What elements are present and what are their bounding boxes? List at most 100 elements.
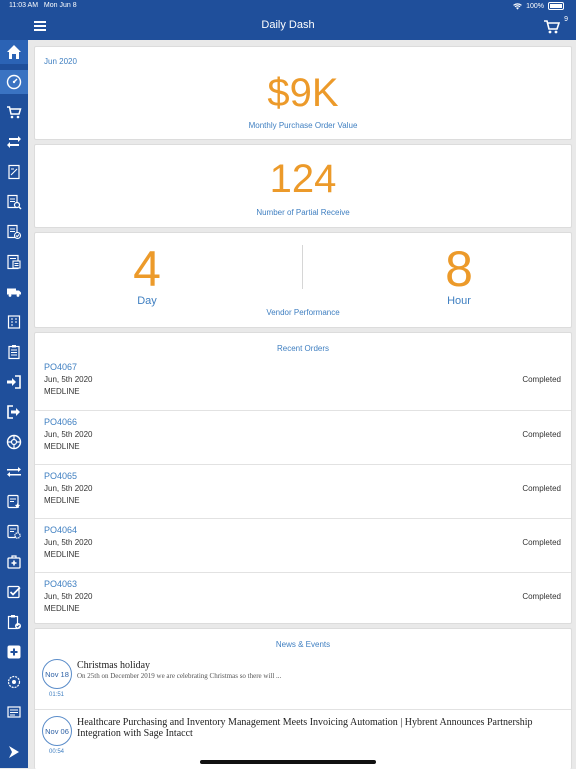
- order-id[interactable]: PO4065: [44, 471, 77, 481]
- status-right: 100%: [513, 2, 564, 10]
- vendor-performance-card[interactable]: 4 Day 8 Hour Vendor Performance: [34, 232, 572, 328]
- order-status: Completed: [522, 484, 561, 493]
- order-row[interactable]: PO4067 Jun, 5th 2020 MEDLINE Completed: [35, 356, 571, 410]
- perf-day: 4 Day: [47, 243, 247, 307]
- order-row[interactable]: PO4065 Jun, 5th 2020 MEDLINE Completed: [35, 464, 571, 519]
- order-date: Jun, 5th 2020: [44, 430, 93, 439]
- period-label: Jun 2020: [44, 57, 77, 66]
- settings-network-icon: [7, 675, 21, 689]
- sidebar-checkbox[interactable]: [0, 580, 28, 604]
- document-list-icon: [7, 254, 21, 270]
- perf-day-value: 4: [133, 241, 161, 297]
- sidebar-checklist-star[interactable]: [0, 490, 28, 514]
- sidebar-add[interactable]: [0, 640, 28, 664]
- order-id[interactable]: PO4067: [44, 362, 77, 372]
- partial-receive-count: 124: [269, 157, 337, 201]
- home-icon: [7, 45, 21, 59]
- sidebar-document-check[interactable]: [0, 220, 28, 244]
- order-id[interactable]: PO4064: [44, 525, 77, 535]
- cart-button[interactable]: 9: [544, 16, 568, 35]
- news-events-card: News & Events Nov 18 01:51 Christmas hol…: [34, 628, 572, 769]
- order-row[interactable]: PO4064 Jun, 5th 2020 MEDLINE Completed: [35, 518, 571, 573]
- sidebar-sign-out[interactable]: [0, 400, 28, 424]
- perf-hour: 8 Hour: [359, 243, 559, 307]
- news-time: 00:54: [49, 749, 65, 755]
- vendor-performance-caption: Vendor Performance: [266, 308, 340, 317]
- order-vendor: MEDLINE: [44, 550, 80, 559]
- clipboard-icon: [8, 345, 20, 360]
- calendar-icon: [7, 315, 21, 329]
- page-title: Daily Dash: [261, 19, 315, 31]
- list-icon: [7, 706, 21, 718]
- sidebar-document-list[interactable]: [0, 250, 28, 274]
- sidebar-truck[interactable]: [0, 280, 28, 304]
- battery-icon: [548, 2, 564, 10]
- sidebar-medical-kit[interactable]: [0, 550, 28, 574]
- sidebar-logo[interactable]: [0, 740, 28, 764]
- sign-out-icon: [7, 405, 20, 419]
- po-value-caption: Monthly Purchase Order Value: [248, 121, 358, 130]
- order-id[interactable]: PO4063: [44, 579, 77, 589]
- po-value: $9K: [267, 71, 339, 115]
- sidebar-sync[interactable]: [0, 130, 28, 154]
- news-title: Healthcare Purchasing and Inventory Mana…: [77, 717, 533, 739]
- sidebar-search-document[interactable]: [0, 190, 28, 214]
- medical-kit-icon: [7, 555, 21, 569]
- news-date-badge: Nov 18: [42, 659, 72, 689]
- sidebar-globe[interactable]: [0, 430, 28, 454]
- sidebar-clipboard-check[interactable]: [0, 610, 28, 634]
- checkbox-icon: [7, 585, 21, 599]
- order-date: Jun, 5th 2020: [44, 592, 93, 601]
- order-vendor: MEDLINE: [44, 442, 80, 451]
- order-id[interactable]: PO4066: [44, 417, 77, 427]
- news-time: 01:51: [49, 692, 65, 698]
- sidebar-clipboard[interactable]: [0, 340, 28, 364]
- sidebar-cart[interactable]: [0, 100, 28, 124]
- recent-orders-title: Recent Orders: [276, 344, 330, 353]
- sidebar-checklist-gear[interactable]: [0, 520, 28, 544]
- recent-orders-card: Recent Orders PO4067 Jun, 5th 2020 MEDLI…: [34, 332, 572, 624]
- order-date: Jun, 5th 2020: [44, 538, 93, 547]
- sidebar: [0, 40, 28, 768]
- clipboard-check-icon: [7, 615, 21, 630]
- battery-percent: 100%: [526, 2, 544, 10]
- sync-icon: [7, 136, 21, 148]
- perf-day-label: Day: [137, 295, 157, 307]
- news-item[interactable]: Nov 06 00:54 Healthcare Purchasing and I…: [35, 709, 571, 766]
- cart-icon: [7, 106, 22, 119]
- order-status: Completed: [522, 592, 561, 601]
- sidebar-settings-network[interactable]: [0, 670, 28, 694]
- status-time: 11:03 AM Mon Jun 8: [9, 2, 77, 9]
- news-events-title: News & Events: [275, 640, 331, 649]
- sidebar-sign-in[interactable]: [0, 370, 28, 394]
- sidebar-home[interactable]: [0, 40, 28, 64]
- globe-icon: [6, 434, 22, 450]
- order-status: Completed: [522, 375, 561, 384]
- order-date: Jun, 5th 2020: [44, 375, 93, 384]
- order-row[interactable]: PO4066 Jun, 5th 2020 MEDLINE Completed: [35, 410, 571, 465]
- news-item[interactable]: Nov 18 01:51 Christmas holiday On 25th o…: [35, 653, 571, 709]
- sidebar-invoice[interactable]: [0, 160, 28, 184]
- sidebar-dashboard[interactable]: [0, 70, 28, 94]
- plus-square-icon: [7, 645, 21, 659]
- search-document-icon: [7, 194, 22, 210]
- po-value-card[interactable]: Jun 2020 $9K Monthly Purchase Order Valu…: [34, 46, 572, 140]
- order-status: Completed: [522, 430, 561, 439]
- checklist-gear-icon: [7, 524, 21, 539]
- sidebar-calendar[interactable]: [0, 310, 28, 334]
- perf-hour-value: 8: [445, 241, 473, 297]
- cart-icon: [544, 20, 560, 34]
- sidebar-list[interactable]: [0, 700, 28, 724]
- news-date-badge: Nov 06: [42, 716, 72, 746]
- checklist-star-icon: [7, 494, 21, 509]
- dashboard-gauge-icon: [6, 74, 22, 90]
- order-vendor: MEDLINE: [44, 604, 80, 613]
- partial-receive-card[interactable]: 124 Number of Partial Receive: [34, 144, 572, 228]
- order-vendor: MEDLINE: [44, 496, 80, 505]
- order-row[interactable]: PO4063 Jun, 5th 2020 MEDLINE Completed: [35, 572, 571, 627]
- news-excerpt: On 25th on December 2019 we are celebrat…: [77, 672, 282, 680]
- dashboard-content: Jun 2020 $9K Monthly Purchase Order Valu…: [28, 40, 576, 769]
- home-indicator[interactable]: [200, 760, 376, 764]
- sign-in-icon: [7, 375, 21, 389]
- sidebar-transfer[interactable]: [0, 460, 28, 484]
